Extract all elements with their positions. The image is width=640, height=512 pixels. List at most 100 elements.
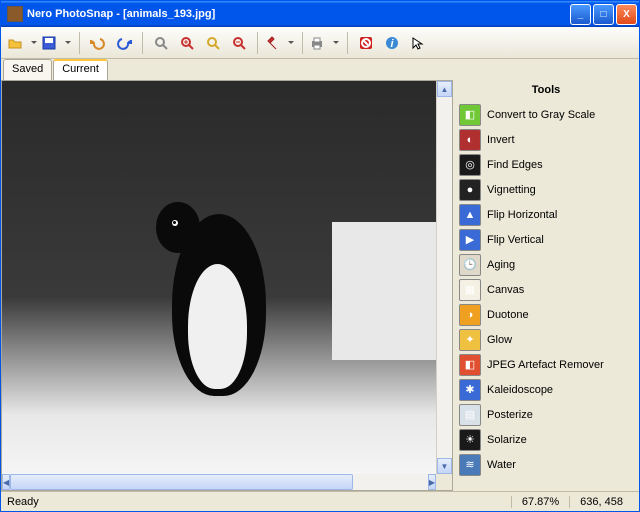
tool-item-invert[interactable]: ◐ Invert <box>457 127 635 152</box>
toolbar-separator <box>79 32 80 54</box>
jpeg-icon: ◧ <box>459 354 481 376</box>
window-buttons: _ □ X <box>570 4 637 25</box>
tab-saved[interactable]: Saved <box>3 59 52 80</box>
scroll-right-button[interactable]: ▶ <box>428 474 436 490</box>
horizontal-scrollbar[interactable]: ◀ ▶ <box>2 474 436 490</box>
app-name: Nero PhotoSnap <box>27 8 113 20</box>
posterize-icon: ▤ <box>459 404 481 426</box>
tool-label: Kaleidoscope <box>487 384 553 396</box>
cursor-info-button[interactable] <box>406 31 430 55</box>
document-name: [animals_193.jpg] <box>123 8 215 20</box>
solarize-icon: ☀ <box>459 429 481 451</box>
zoom-100-button[interactable] <box>201 31 225 55</box>
tools-button[interactable] <box>264 31 296 55</box>
tool-label: Vignetting <box>487 184 536 196</box>
tool-label: Invert <box>487 134 515 146</box>
zoom-fit-button[interactable] <box>149 31 173 55</box>
scroll-thumb[interactable] <box>10 474 353 490</box>
scroll-down-button[interactable]: ▼ <box>437 458 452 474</box>
tool-item-aging[interactable]: 🕒 Aging <box>457 252 635 277</box>
tool-item-posterize[interactable]: ▤ Posterize <box>457 402 635 427</box>
status-text: Ready <box>7 496 511 508</box>
toolbar-separator <box>347 32 348 54</box>
save-button[interactable] <box>41 31 73 55</box>
tool-label: Solarize <box>487 434 527 446</box>
open-button[interactable] <box>7 31 39 55</box>
tool-item-flip-h[interactable]: ▲ Flip Horizontal <box>457 202 635 227</box>
canvas-area: ▲ ▼ ◀ ▶ <box>1 80 453 491</box>
tools-panel: Tools ◧ Convert to Gray Scale ◐ Invert ◎ Find… <box>453 80 639 491</box>
app-window: Nero PhotoSnap - [animals_193.jpg] _ □ X… <box>0 0 640 512</box>
tool-item-canvas[interactable]: ▦ Canvas <box>457 277 635 302</box>
tool-label: Glow <box>487 334 512 346</box>
status-zoom: 67.87% <box>511 496 569 508</box>
glow-icon: ✦ <box>459 329 481 351</box>
status-coords: 636, 458 <box>569 496 633 508</box>
image-viewport[interactable] <box>2 81 436 474</box>
tool-label: Posterize <box>487 409 533 421</box>
toolbar-separator <box>257 32 258 54</box>
tool-item-kaleido[interactable]: ✱ Kaleidoscope <box>457 377 635 402</box>
image-content <box>2 81 436 474</box>
gray-icon: ◧ <box>459 104 481 126</box>
tool-item-duotone[interactable]: ◑ Duotone <box>457 302 635 327</box>
scroll-left-button[interactable]: ◀ <box>2 474 10 490</box>
tool-label: Convert to Gray Scale <box>487 109 595 121</box>
vertical-scrollbar[interactable]: ▲ ▼ <box>436 81 452 474</box>
scroll-track[interactable] <box>10 474 428 490</box>
toolbar-separator <box>142 32 143 54</box>
toolbar: i <box>1 27 639 59</box>
water-icon: ≋ <box>459 454 481 476</box>
redo-button[interactable] <box>112 31 136 55</box>
tool-label: Canvas <box>487 284 524 296</box>
scroll-corner <box>436 474 452 490</box>
tool-label: Duotone <box>487 309 529 321</box>
tool-label: Flip Vertical <box>487 234 544 246</box>
tool-item-vignetting[interactable]: ● Vignetting <box>457 177 635 202</box>
tool-label: Flip Horizontal <box>487 209 557 221</box>
tool-item-water[interactable]: ≋ Water <box>457 452 635 477</box>
print-button[interactable] <box>309 31 341 55</box>
tab-bar: Saved Current <box>1 59 639 80</box>
main-body: ▲ ▼ ◀ ▶ Tools ◧ Convert to Gray Scale ◐ Inv… <box>1 80 639 491</box>
tool-item-flip-v[interactable]: ▶ Flip Vertical <box>457 227 635 252</box>
scroll-track[interactable] <box>437 97 452 458</box>
find-edges-icon: ◎ <box>459 154 481 176</box>
zoom-out-button[interactable] <box>227 31 251 55</box>
status-bar: Ready 67.87% 636, 458 <box>1 491 639 511</box>
image-subject <box>141 191 297 419</box>
tool-label: Aging <box>487 259 515 271</box>
tools-panel-header: Tools <box>453 80 639 102</box>
tool-label: Water <box>487 459 516 471</box>
stop-button[interactable] <box>354 31 378 55</box>
kaleido-icon: ✱ <box>459 379 481 401</box>
flip-v-icon: ▶ <box>459 229 481 251</box>
window-title: Nero PhotoSnap - [animals_193.jpg] <box>27 8 570 20</box>
toolbar-separator <box>302 32 303 54</box>
zoom-in-button[interactable] <box>175 31 199 55</box>
canvas-icon: ▦ <box>459 279 481 301</box>
close-button[interactable]: X <box>616 4 637 25</box>
undo-button[interactable] <box>86 31 110 55</box>
tool-item-gray[interactable]: ◧ Convert to Gray Scale <box>457 102 635 127</box>
flip-h-icon: ▲ <box>459 204 481 226</box>
invert-icon: ◐ <box>459 129 481 151</box>
scroll-up-button[interactable]: ▲ <box>437 81 452 97</box>
tool-item-jpeg[interactable]: ◧ JPEG Artefact Remover <box>457 352 635 377</box>
help-button[interactable]: i <box>380 31 404 55</box>
duotone-icon: ◑ <box>459 304 481 326</box>
app-icon <box>7 6 23 22</box>
tool-label: JPEG Artefact Remover <box>487 359 604 371</box>
image-detail <box>332 222 436 360</box>
titlebar[interactable]: Nero PhotoSnap - [animals_193.jpg] _ □ X <box>1 1 639 27</box>
tab-current[interactable]: Current <box>53 59 108 80</box>
tool-item-glow[interactable]: ✦ Glow <box>457 327 635 352</box>
tool-list: ◧ Convert to Gray Scale ◐ Invert ◎ Find Edges… <box>453 102 639 491</box>
maximize-button[interactable]: □ <box>593 4 614 25</box>
minimize-button[interactable]: _ <box>570 4 591 25</box>
tool-label: Find Edges <box>487 159 543 171</box>
tool-item-find-edges[interactable]: ◎ Find Edges <box>457 152 635 177</box>
aging-icon: 🕒 <box>459 254 481 276</box>
tool-item-solarize[interactable]: ☀ Solarize <box>457 427 635 452</box>
vignetting-icon: ● <box>459 179 481 201</box>
